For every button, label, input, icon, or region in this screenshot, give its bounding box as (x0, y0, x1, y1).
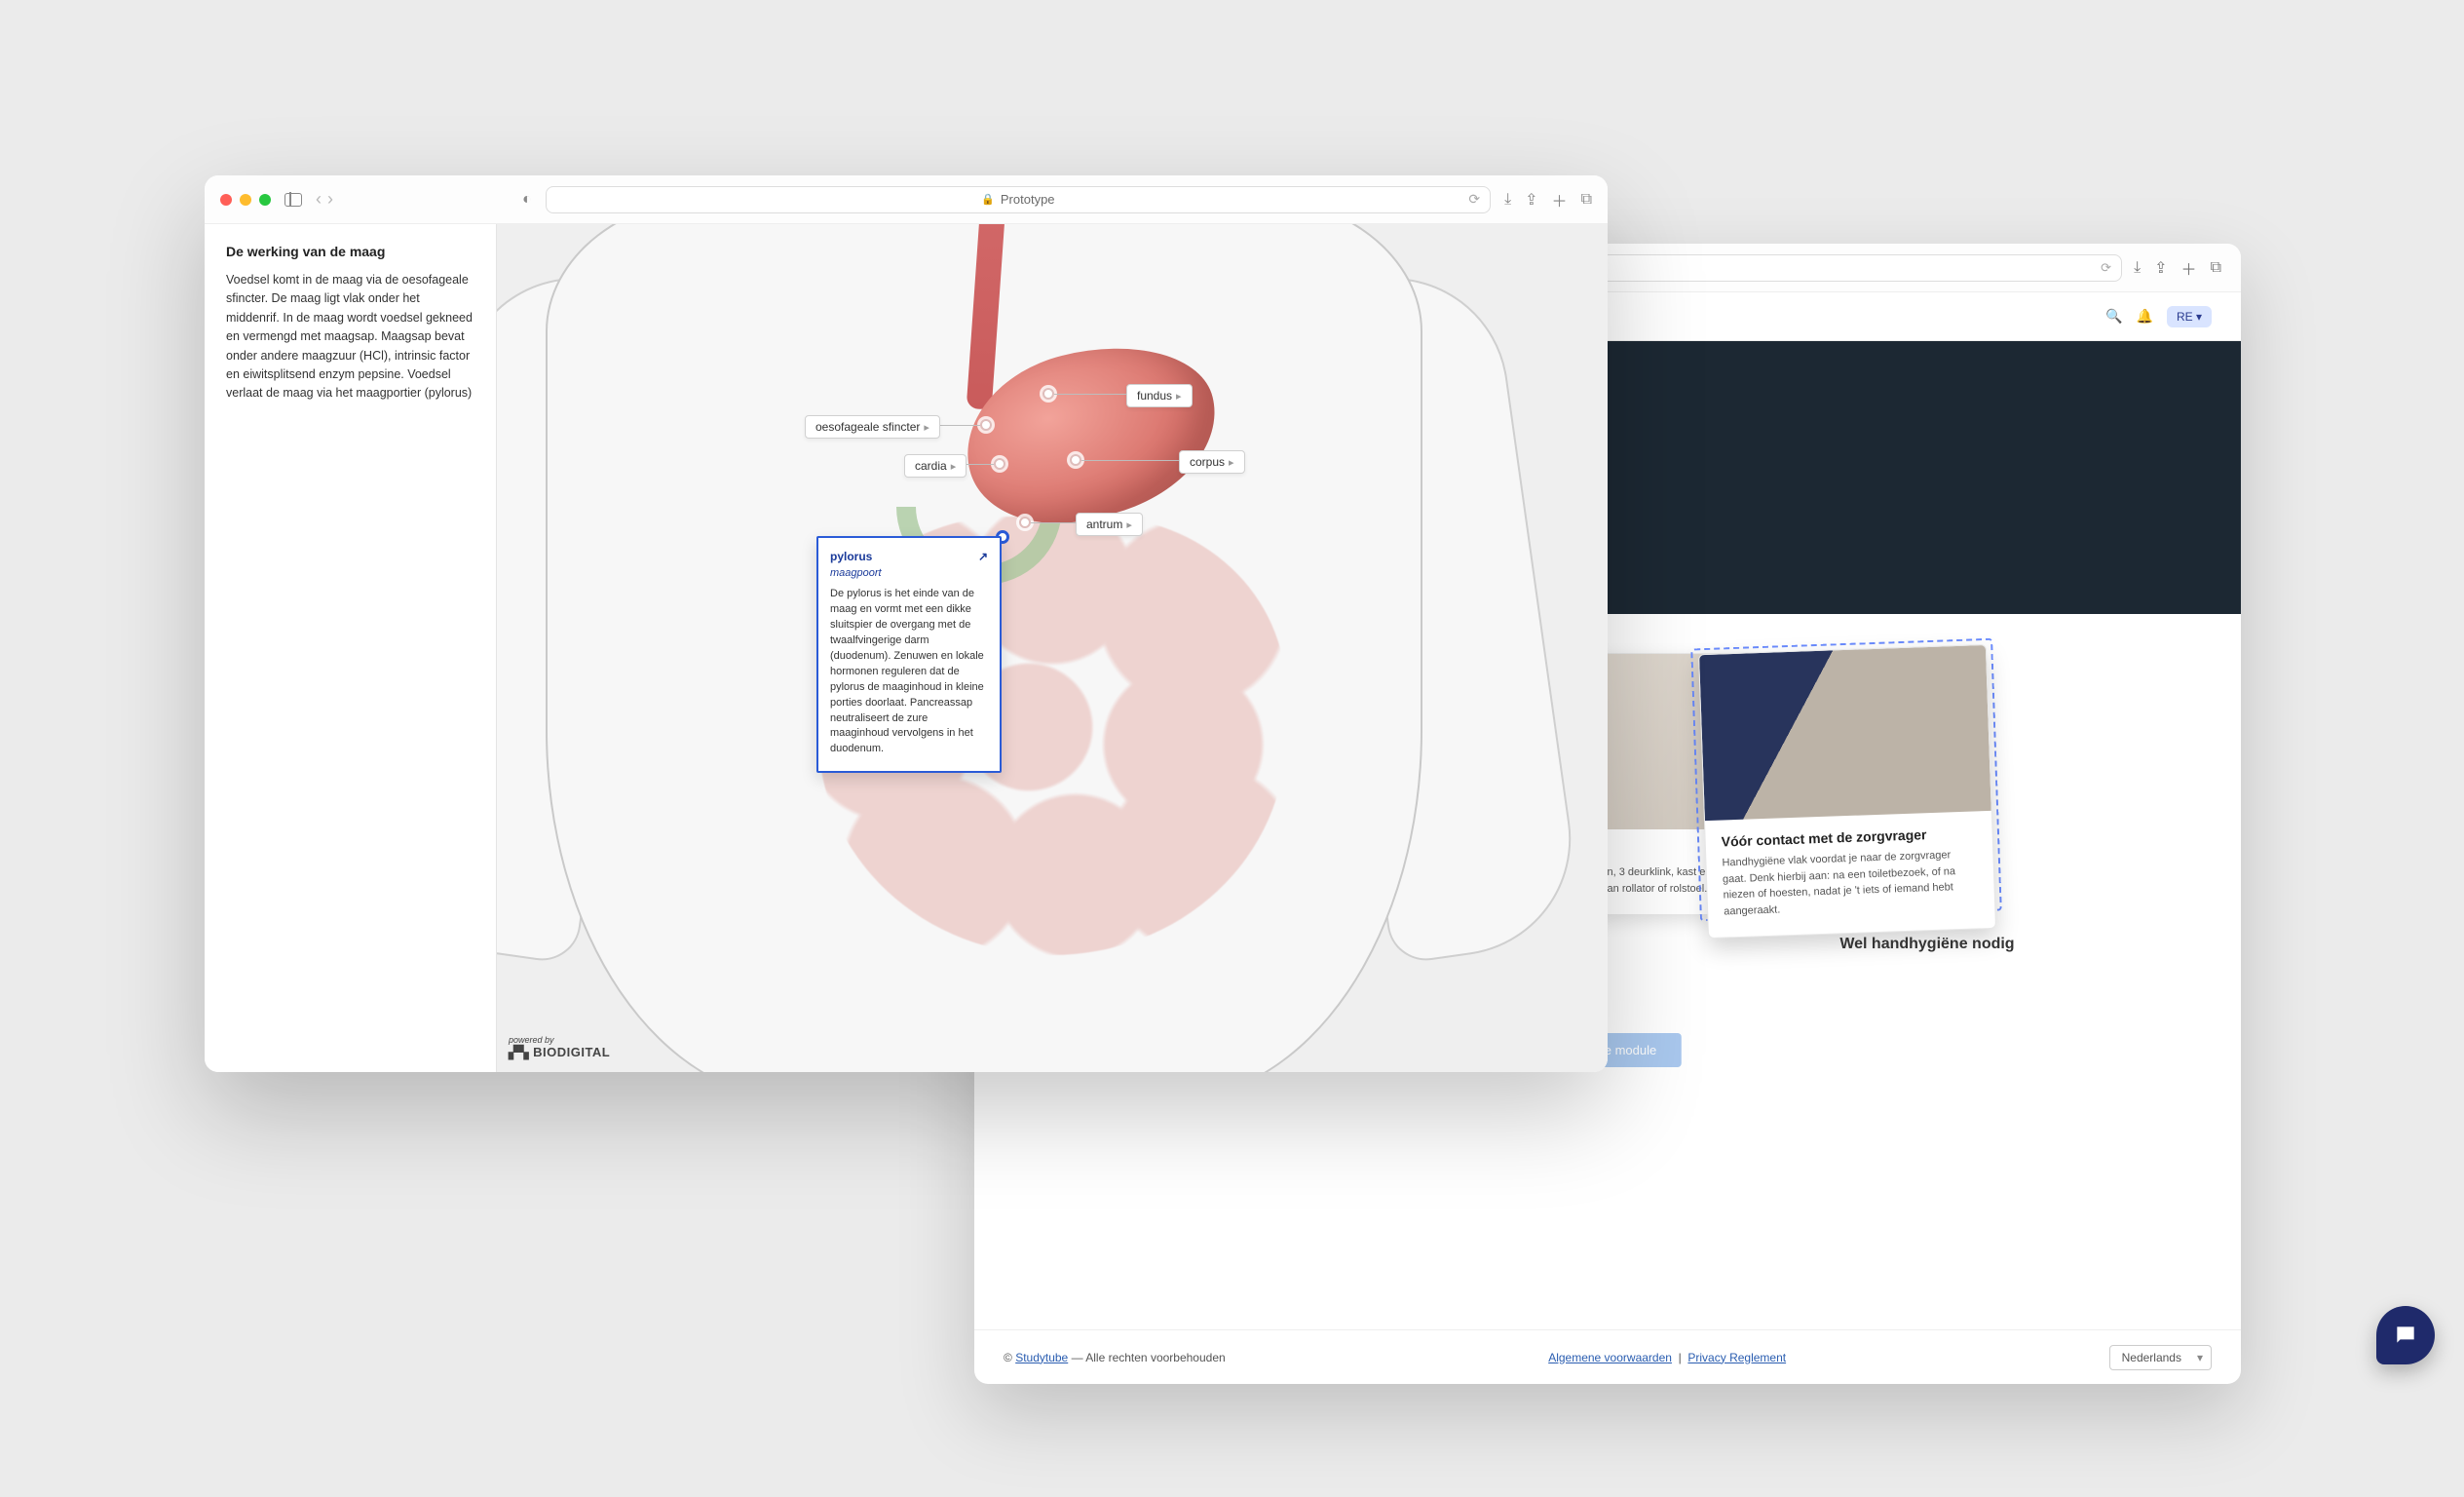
chevron-right-icon: ▸ (924, 422, 929, 434)
privacy-shield-icon[interactable]: ◐ (522, 191, 532, 209)
powered-by-brand: ▞▚ BIODIGITAL (509, 1045, 610, 1060)
anatomy-canvas[interactable]: ◂ oeso (497, 224, 1608, 1072)
leader-corpus (1081, 460, 1179, 461)
url-bar[interactable]: 🔒 Prototype ⟳ (546, 186, 1491, 213)
url-text: Prototype (1001, 192, 1055, 207)
footer-terms-link[interactable]: Algemene voorwaarden (1548, 1351, 1672, 1364)
label-corpus[interactable]: corpus▸ (1179, 450, 1245, 474)
hotspot-fundus[interactable] (1042, 388, 1054, 400)
popover-title: pylorus (830, 550, 872, 563)
footer-links: Algemene voorwaarden | Privacy Reglement (1548, 1351, 1786, 1364)
download-icon[interactable]: ⤓ (2134, 259, 2141, 277)
maximize-window-icon[interactable] (259, 194, 271, 206)
popover-text: De pylorus is het einde van de maag en v… (830, 587, 988, 757)
hotspot-antrum[interactable] (1019, 517, 1031, 528)
tabs-icon[interactable]: ⧉ (1581, 191, 1592, 209)
label-fundus[interactable]: fundus▸ (1126, 384, 1193, 407)
lock-icon: 🔒 (981, 193, 995, 206)
refresh-icon[interactable]: ⟳ (1468, 191, 1480, 208)
label-oesofageale[interactable]: oesofageale sfincter▸ (805, 415, 940, 439)
share-icon[interactable]: ⇪ (2154, 258, 2167, 278)
close-window-icon[interactable] (220, 194, 232, 206)
hotspot-corpus[interactable] (1070, 454, 1081, 466)
forward-icon[interactable]: › (327, 189, 333, 210)
chevron-right-icon: ▸ (951, 461, 957, 473)
card-right-text: Handhygiëne vlak voordat je naar de zorg… (1722, 846, 1979, 919)
footer: © Studytube — Alle rechten voorbehouden … (974, 1329, 2241, 1384)
sidebar-toggle-icon[interactable] (284, 193, 302, 207)
powered-by: powered by ▞▚ BIODIGITAL (509, 1035, 610, 1060)
language-select-label: Nederlands (2122, 1351, 2181, 1364)
bell-icon[interactable]: 🔔 (2137, 308, 2153, 325)
language-select[interactable]: Nederlands (2109, 1345, 2212, 1370)
label-antrum[interactable]: antrum▸ (1076, 513, 1143, 536)
leader-oesofageale (933, 425, 980, 426)
powered-by-pre: powered by (509, 1035, 610, 1045)
hotspot-oesofageale[interactable] (980, 419, 992, 431)
chat-icon (2393, 1323, 2418, 1348)
browser-chrome: ‹ › ◐ 🔒 Prototype ⟳ ⤓ ⇪ ＋ ⧉ (205, 175, 1608, 224)
group-label-right: Wel handhygiëne nodig (1839, 936, 2014, 953)
back-icon[interactable]: ‹ (316, 189, 322, 210)
foreground-browser-window: ‹ › ◐ 🔒 Prototype ⟳ ⤓ ⇪ ＋ ⧉ De werking v… (205, 175, 1608, 1072)
minimize-window-icon[interactable] (240, 194, 251, 206)
refresh-icon[interactable]: ⟳ (2101, 260, 2111, 276)
tabs-icon[interactable]: ⧉ (2211, 259, 2221, 277)
hotspot-popover: pylorus ↗ maagpoort De pylorus is het ei… (816, 536, 1002, 773)
side-panel-title: De werking van de maag (226, 244, 474, 259)
footer-site-link[interactable]: Studytube (1015, 1351, 1068, 1364)
new-tab-icon[interactable]: ＋ (1552, 188, 1568, 211)
user-badge-text: RE (2177, 310, 2193, 324)
card-right-title: Vóór contact met de zorgvrager (1721, 825, 1976, 849)
user-badge[interactable]: RE ▾ (2167, 306, 2212, 327)
open-external-icon[interactable]: ↗ (978, 550, 988, 563)
card-right[interactable]: Vóór contact met de zorgvrager Handhygië… (1698, 644, 1996, 939)
chevron-right-icon: ▸ (1229, 457, 1234, 469)
leader-fundus (1054, 394, 1126, 395)
chevron-right-icon: ▸ (1126, 519, 1132, 531)
footer-copyright: © Studytube — Alle rechten voorbehouden (1004, 1351, 1226, 1364)
share-icon[interactable]: ⇪ (1525, 190, 1537, 210)
card-right-image (1699, 645, 1991, 821)
new-tab-icon[interactable]: ＋ (2181, 256, 2197, 280)
chevron-right-icon: ▸ (1176, 391, 1182, 403)
leader-antrum (1031, 522, 1076, 523)
info-side-panel: De werking van de maag Voedsel komt in d… (205, 224, 497, 1072)
label-cardia[interactable]: cardia▸ (904, 454, 967, 478)
footer-privacy-link[interactable]: Privacy Reglement (1687, 1351, 1786, 1364)
chat-widget-button[interactable] (2376, 1306, 2435, 1364)
search-icon[interactable]: 🔍 (2105, 308, 2122, 325)
hotspot-cardia[interactable] (994, 458, 1005, 470)
side-panel-text: Voedsel komt in de maag via de oesofagea… (226, 271, 474, 403)
traffic-lights (220, 194, 271, 206)
download-icon[interactable]: ⤓ (1504, 191, 1511, 209)
popover-subtitle: maagpoort (830, 567, 988, 579)
